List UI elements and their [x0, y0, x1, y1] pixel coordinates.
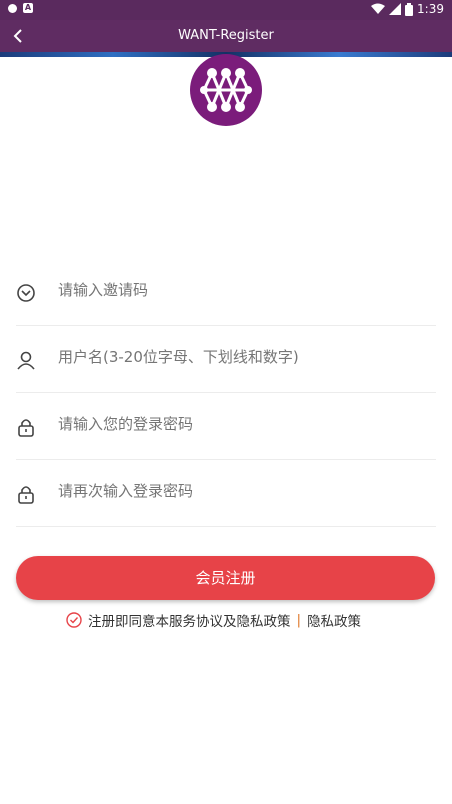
app-logo [190, 54, 262, 126]
app-notification-icon: A [23, 3, 33, 13]
agreement-text[interactable]: 注册即同意本服务协议及隐私政策 [88, 610, 291, 630]
app-bar: WANT-Register [0, 20, 452, 52]
status-time: 1:39 [417, 2, 444, 16]
username-field [16, 326, 436, 393]
status-bar: A 1:39 [0, 0, 452, 20]
register-button[interactable]: 会员注册 [16, 556, 435, 600]
lock-icon [18, 486, 34, 504]
invite-code-input[interactable] [58, 281, 428, 299]
battery-icon [405, 2, 414, 16]
invite-code-field [16, 259, 436, 326]
agreement-row: 注册即同意本服务协议及隐私政策 | 隐私政策 [66, 610, 361, 630]
agreement-separator: | [296, 612, 302, 628]
signal-icon [389, 3, 402, 15]
username-input[interactable] [58, 348, 428, 366]
notification-dot-icon [8, 3, 17, 13]
status-right: 1:39 [371, 2, 444, 16]
user-icon [17, 351, 35, 370]
password-field [16, 393, 436, 460]
invite-code-icon [17, 284, 35, 302]
confirm-password-field [16, 460, 436, 527]
password-input[interactable] [58, 415, 428, 433]
status-left: A [8, 3, 33, 13]
wifi-icon [371, 3, 386, 14]
page-title: WANT-Register [178, 28, 274, 43]
lock-icon [18, 419, 34, 437]
privacy-policy-link[interactable]: 隐私政策 [307, 610, 361, 630]
confirm-password-input[interactable] [58, 482, 428, 500]
agree-checkbox-icon[interactable] [66, 612, 82, 628]
